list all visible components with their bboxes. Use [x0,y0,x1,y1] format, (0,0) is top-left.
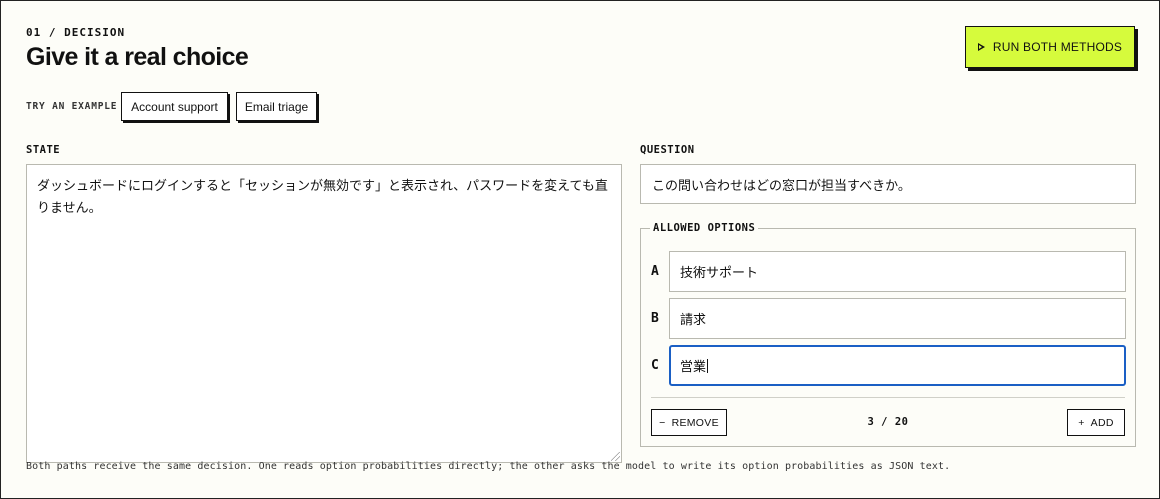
question-input[interactable]: この問い合わせはどの窓口が担当すべきか。 [640,164,1136,204]
run-button-label: RUN BOTH METHODS [992,40,1123,54]
state-textarea[interactable]: ダッシュボードにログインすると「セッションが無効です」と表示され、パスワードを変… [26,164,622,463]
state-label: STATE [26,144,61,156]
option-counter: 3 / 20 [867,416,909,428]
options-divider [651,397,1125,398]
option-value: 請求 [680,313,707,328]
option-b-input[interactable]: 請求 [669,298,1126,339]
option-a-input[interactable]: 技術サポート [669,251,1126,292]
page-title: Give it a real choice [26,43,249,71]
option-letter: C [651,358,659,373]
state-text: ダッシュボードにログインすると「セッションが無効です」と表示され、パスワードを変… [37,179,608,216]
example-account-support-button[interactable]: Account support [121,92,228,121]
option-row-a: A 技術サポート [641,251,1135,292]
example-email-triage-button[interactable]: Email triage [236,92,317,121]
text-caret [707,358,709,373]
allowed-options-group: ALLOWED OPTIONS A 技術サポート B 請求 C 営業 − REM… [640,222,1136,447]
section-kicker: 01 / DECISION [26,26,126,39]
allowed-options-legend: ALLOWED OPTIONS [650,222,759,234]
resize-handle-icon[interactable] [611,452,620,461]
option-row-b: B 請求 [641,298,1135,339]
plus-icon: + [1078,416,1085,429]
option-letter: B [651,311,659,326]
decision-panel: 01 / DECISION Give it a real choice RUN … [0,0,1160,499]
add-option-button[interactable]: + ADD [1067,409,1125,436]
option-value: 技術サポート [680,266,759,281]
option-c-input[interactable]: 営業 [669,345,1126,386]
run-both-methods-button[interactable]: RUN BOTH METHODS [965,26,1135,68]
add-button-label: ADD [1090,416,1114,429]
try-example-label: TRY AN EXAMPLE [26,101,118,112]
option-row-c: C 営業 [641,345,1135,386]
question-text: この問い合わせはどの窓口が担当すべきか。 [652,178,911,194]
option-letter: A [651,264,659,279]
footnote: Both paths receive the same decision. On… [26,461,951,472]
option-value: 営業 [680,360,707,375]
play-icon [977,43,985,51]
question-label: QUESTION [640,144,695,156]
